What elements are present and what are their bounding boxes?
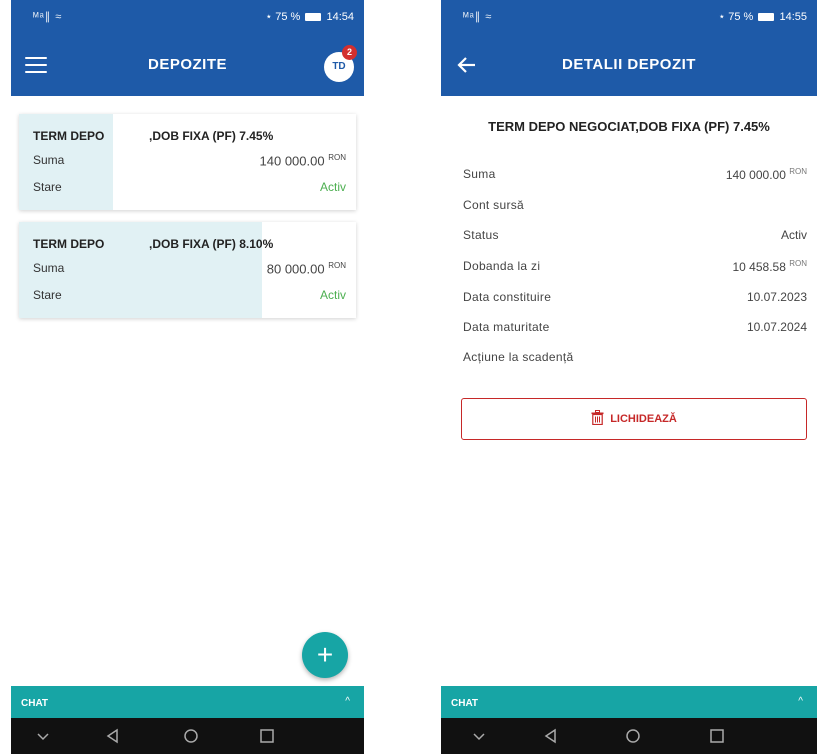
chat-bar[interactable]: CHAT ^ bbox=[11, 686, 364, 718]
detail-label: Cont sursă bbox=[463, 198, 525, 212]
chevron-up-icon: ^ bbox=[345, 696, 350, 707]
detail-row-interest: Dobanda la zi 10 458.58 RON bbox=[463, 259, 807, 279]
page-title: DEPOZITE bbox=[147, 56, 227, 73]
deposit-name: TERM DEPO bbox=[33, 129, 105, 143]
detail-row-maturity-action: Acțiune la scadență bbox=[463, 350, 807, 370]
liquidate-label: LICHIDEAZĂ bbox=[610, 413, 677, 425]
deposit-card[interactable]: TERM DEPO ,DOB FIXA (PF) 7.45% Suma 140 … bbox=[19, 114, 356, 210]
amount-label: Suma bbox=[33, 153, 65, 167]
chevron-up-icon: ^ bbox=[798, 696, 803, 707]
detail-row-start-date: Data constituire 10.07.2023 bbox=[463, 290, 807, 310]
state-label: Stare bbox=[33, 288, 62, 302]
deposit-rate: ,DOB FIXA (PF) 8.10% bbox=[149, 237, 274, 251]
detail-label: Status bbox=[463, 228, 499, 242]
detail-currency: RON bbox=[789, 167, 807, 176]
amount-label: Suma bbox=[33, 261, 65, 275]
amount-value: 80 000.00 RON bbox=[267, 261, 346, 276]
chat-bar[interactable]: CHAT ^ bbox=[441, 686, 817, 718]
deposit-card-header: TERM DEPO ,DOB FIXA (PF) 8.10% bbox=[33, 237, 346, 251]
avatar[interactable]: TD 2 bbox=[324, 45, 357, 82]
nav-recents-icon[interactable] bbox=[257, 726, 277, 746]
detail-currency: RON bbox=[789, 259, 807, 268]
detail-number: 10 458.58 bbox=[732, 260, 786, 274]
app-header: ᴹᵃ∥ ≈ ⋆ 75 % 14:55 DETALII DEPOZIT bbox=[441, 0, 817, 96]
deposit-card-header: TERM DEPO ,DOB FIXA (PF) 7.45% bbox=[33, 129, 346, 143]
nav-collapse-icon[interactable] bbox=[469, 726, 489, 746]
chat-label: CHAT bbox=[21, 698, 49, 709]
page-title: DETALII DEPOZIT bbox=[562, 56, 696, 73]
avatar-initials: TD bbox=[332, 61, 346, 72]
deposit-state-row: Stare Activ bbox=[33, 180, 346, 194]
system-status: ⋆ 75 % 14:55 bbox=[718, 10, 807, 23]
detail-value: 10 458.58 RON bbox=[732, 259, 807, 274]
detail-value: 10.07.2024 bbox=[746, 320, 807, 334]
deposit-name: TERM DEPO bbox=[33, 237, 105, 251]
detail-label: Acțiune la scadență bbox=[463, 350, 574, 364]
battery-icon bbox=[758, 13, 775, 21]
signal-wifi-indicator: ᴹᵃ∥ ≈ bbox=[463, 11, 493, 23]
nav-collapse-icon[interactable] bbox=[33, 726, 53, 746]
detail-value: 140 000.00 RON bbox=[726, 167, 807, 182]
deposits-screen: ᴹᵃ∥ ≈ ⋆ 75 % 14:54 DEPOZITE TD 2 TERM DE… bbox=[11, 0, 364, 754]
notification-badge: 2 bbox=[342, 45, 357, 60]
detail-label: Data constituire bbox=[463, 290, 552, 304]
deposit-details-screen: ᴹᵃ∥ ≈ ⋆ 75 % 14:55 DETALII DEPOZIT TERM … bbox=[441, 0, 817, 754]
deposit-title: TERM DEPO NEGOCIAT,DOB FIXA (PF) 7.45% bbox=[488, 119, 770, 134]
amount-currency: RON bbox=[328, 153, 346, 162]
clock: 14:55 bbox=[779, 11, 807, 23]
deposit-rate: ,DOB FIXA (PF) 7.45% bbox=[149, 129, 274, 143]
toolbar: DETALII DEPOZIT bbox=[441, 40, 817, 92]
battery-bluetooth-text: ⋆ 75 % bbox=[265, 11, 304, 23]
amount-number: 140 000.00 bbox=[259, 153, 325, 169]
detail-value: Activ bbox=[780, 228, 807, 242]
detail-label: Dobanda la zi bbox=[463, 259, 541, 273]
detail-row-source-account: Cont sursă bbox=[463, 198, 807, 218]
amount-number: 80 000.00 bbox=[266, 261, 325, 277]
detail-label: Suma bbox=[463, 167, 496, 181]
signal-wifi-indicator: ᴹᵃ∥ ≈ bbox=[33, 11, 63, 23]
clock: 14:54 bbox=[326, 11, 354, 23]
deposit-state-row: Stare Activ bbox=[33, 288, 346, 302]
status-bar: ᴹᵃ∥ ≈ ⋆ 75 % 14:54 bbox=[11, 0, 364, 34]
status-bar: ᴹᵃ∥ ≈ ⋆ 75 % 14:55 bbox=[441, 0, 817, 34]
state-value: Activ bbox=[319, 288, 346, 302]
nav-recents-icon[interactable] bbox=[707, 726, 727, 746]
nav-back-icon[interactable] bbox=[103, 726, 123, 746]
state-value: Activ bbox=[319, 180, 346, 194]
plus-icon: + bbox=[316, 639, 334, 670]
nav-home-icon[interactable] bbox=[623, 726, 643, 746]
deposit-amount-row: Suma 140 000.00 RON bbox=[33, 153, 346, 168]
battery-icon bbox=[305, 13, 322, 21]
state-label: Stare bbox=[33, 180, 62, 194]
battery-bluetooth-text: ⋆ 75 % bbox=[718, 11, 757, 23]
trash-icon bbox=[591, 410, 604, 426]
detail-row-status: Status Activ bbox=[463, 228, 807, 248]
amount-value: 140 000.00 RON bbox=[260, 153, 346, 168]
app-header: ᴹᵃ∥ ≈ ⋆ 75 % 14:54 DEPOZITE TD 2 bbox=[11, 0, 364, 96]
chat-label: CHAT bbox=[451, 698, 479, 709]
android-nav-bar bbox=[11, 718, 364, 754]
toolbar: DEPOZITE TD 2 bbox=[11, 40, 364, 92]
deposit-card[interactable]: TERM DEPO ,DOB FIXA (PF) 8.10% Suma 80 0… bbox=[19, 222, 356, 318]
detail-number: 140 000.00 bbox=[725, 168, 786, 182]
nav-back-icon[interactable] bbox=[541, 726, 561, 746]
detail-label: Data maturitate bbox=[463, 320, 550, 334]
deposit-amount-row: Suma 80 000.00 RON bbox=[33, 261, 346, 276]
detail-value: 10.07.2023 bbox=[746, 290, 807, 304]
system-status: ⋆ 75 % 14:54 bbox=[265, 10, 354, 23]
detail-row-amount: Suma 140 000.00 RON bbox=[463, 167, 807, 187]
amount-currency: RON bbox=[328, 261, 346, 270]
liquidate-button[interactable]: LICHIDEAZĂ bbox=[461, 398, 807, 440]
add-deposit-button[interactable]: + bbox=[302, 632, 348, 678]
android-nav-bar bbox=[441, 718, 817, 754]
detail-row-maturity-date: Data maturitate 10.07.2024 bbox=[463, 320, 807, 340]
nav-home-icon[interactable] bbox=[181, 726, 201, 746]
